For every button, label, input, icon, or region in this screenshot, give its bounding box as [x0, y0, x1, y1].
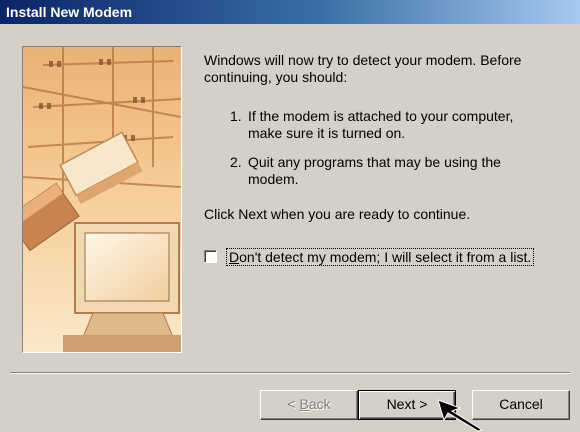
button-separator	[10, 372, 570, 374]
intro-text: Windows will now try to detect your mode…	[204, 52, 522, 85]
label-text: on't detect my modem; I will select it f…	[239, 249, 532, 265]
back-label: ack	[308, 396, 331, 412]
arrow-cursor-icon	[437, 399, 484, 432]
access-key: D	[229, 249, 240, 265]
dont-detect-modem-label[interactable]: Don't detect my modem; I will select it …	[226, 248, 535, 266]
step-item: 2. Quit any programs that may be using th…	[230, 154, 550, 188]
back-access-key: B	[299, 396, 309, 412]
step-number: 1.	[230, 108, 242, 124]
title-bar[interactable]: Install New Modem	[0, 0, 580, 24]
back-button[interactable]: < Back	[260, 390, 358, 420]
window-title: Install New Modem	[6, 4, 133, 20]
step-text: If the modem is attached to your compute…	[248, 108, 514, 141]
dont-detect-modem-checkbox[interactable]	[204, 250, 217, 263]
step-text: Quit any programs that may be using the …	[248, 154, 501, 187]
step-item: 1. If the modem is attached to your compu…	[230, 108, 550, 142]
continue-instruction: Click Next when you are ready to continu…	[204, 206, 471, 222]
install-new-modem-dialog: Install New Modem Windows will now try t…	[0, 0, 580, 432]
back-prefix: <	[287, 396, 300, 412]
modem-wizard-illustration	[22, 46, 182, 353]
step-number: 2.	[230, 154, 242, 170]
